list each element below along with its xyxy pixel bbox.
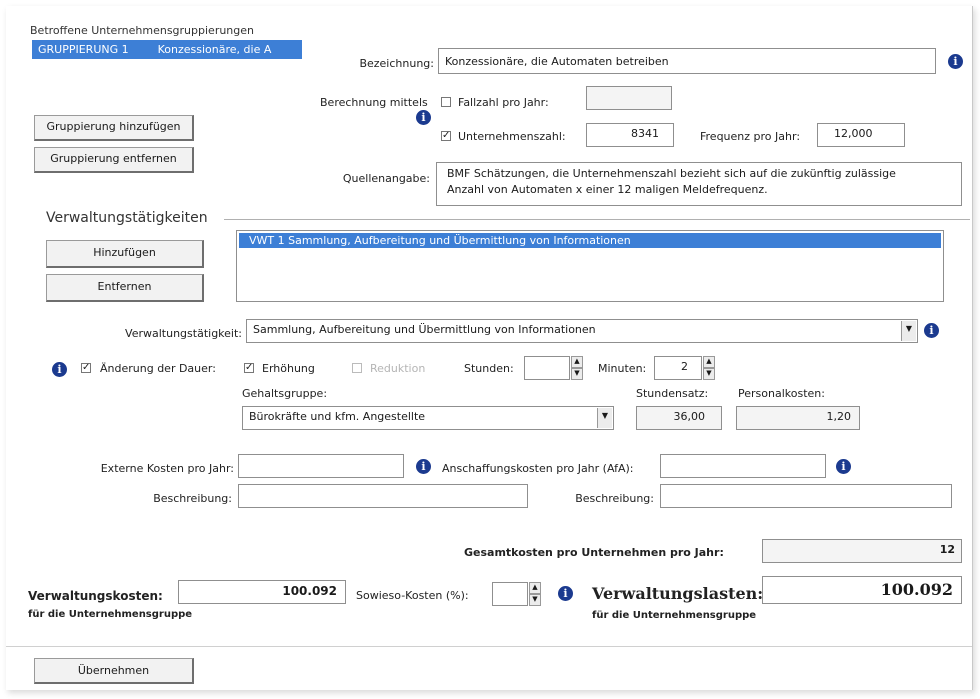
admin-cost-field: 100.092: [178, 580, 346, 604]
admin-burden-label: Verwaltungslasten:: [592, 584, 764, 603]
minutes-label: Minuten:: [598, 362, 647, 375]
acquisition-cost-info-icon[interactable]: i: [836, 459, 851, 474]
minutes-input[interactable]: 2: [654, 356, 702, 380]
description2-input[interactable]: [660, 484, 952, 508]
total-per-company-label: Gesamtkosten pro Unternehmen pro Jahr:: [464, 546, 724, 559]
activity-info-icon[interactable]: i: [924, 323, 939, 338]
admin-burden-field: 100.092: [762, 576, 962, 604]
hours-spin-down[interactable]: ▼: [571, 368, 583, 380]
grouping-list-item[interactable]: GRUPPIERUNG 1 Konzessionäre, die A: [32, 40, 302, 59]
add-activity-button[interactable]: Hinzufügen: [46, 240, 204, 268]
frequency-input[interactable]: 12,000: [817, 123, 905, 147]
activity-select[interactable]: Sammlung, Aufbereitung und Übermittlung …: [246, 319, 918, 343]
chevron-down-icon[interactable]: ▼: [597, 408, 612, 428]
minutes-spin-down[interactable]: ▼: [703, 368, 715, 380]
chevron-down-icon[interactable]: ▼: [901, 321, 916, 341]
personnel-cost-label: Personalkosten:: [738, 387, 825, 400]
designation-label: Bezeichnung:: [359, 57, 434, 70]
remove-activity-button[interactable]: Entfernen: [46, 274, 204, 302]
admin-burden-group-label: für die Unternehmensgruppe: [592, 610, 757, 621]
sowieso-spin-up[interactable]: ▲: [529, 582, 541, 594]
reduction-checkbox: [352, 363, 362, 373]
increase-label: Erhöhung: [262, 362, 315, 375]
activity-listbox[interactable]: VWT 1 Sammlung, Aufbereitung und Übermit…: [236, 230, 944, 302]
reduction-label: Reduktion: [370, 362, 426, 375]
total-per-company-field: 12: [762, 539, 962, 563]
sowieso-label: Sowieso-Kosten (%):: [356, 589, 469, 602]
case-count-input[interactable]: [586, 86, 672, 110]
source-label: Quellenangabe:: [342, 172, 430, 185]
activity-list-item[interactable]: VWT 1 Sammlung, Aufbereitung und Übermit…: [239, 233, 941, 248]
hourly-rate-label: Stundensatz:: [636, 387, 709, 400]
description2-label: Beschreibung:: [575, 492, 654, 505]
increase-checkbox[interactable]: ✓: [244, 363, 254, 373]
acquisition-cost-label: Anschaffungskosten pro Jahr (AfA):: [442, 462, 634, 475]
external-cost-label: Externe Kosten pro Jahr:: [100, 462, 234, 475]
grouping-item-code: GRUPPIERUNG 1: [38, 43, 129, 56]
admin-section-divider: [224, 219, 970, 220]
duration-info-icon[interactable]: i: [52, 362, 67, 377]
remove-grouping-button[interactable]: Gruppierung entfernen: [34, 147, 194, 173]
company-count-input[interactable]: 8341: [586, 123, 674, 147]
footer-divider: [6, 646, 972, 647]
calc-label: Berechnung mittels: [320, 96, 428, 109]
source-line-2: Anzahl von Automaten x einer 12 maligen …: [447, 183, 768, 196]
admin-cost-group-label: für die Unternehmensgruppe: [28, 609, 193, 620]
acquisition-cost-input[interactable]: [660, 454, 826, 478]
designation-info-icon[interactable]: i: [948, 54, 963, 69]
external-cost-input[interactable]: [238, 454, 404, 478]
minutes-spin-up[interactable]: ▲: [703, 356, 715, 368]
salary-group-select[interactable]: Bürokräfte und kfm. Angestellte ▼: [242, 406, 614, 430]
duration-change-label: Änderung der Dauer:: [100, 362, 216, 375]
admin-burden-value: 100.092: [880, 580, 953, 599]
grouping-listbox[interactable]: GRUPPIERUNG 1 Konzessionäre, die A: [32, 40, 302, 100]
dialog-panel: Betroffene Unternehmensgruppierungen GRU…: [6, 6, 973, 690]
admin-cost-label: Verwaltungskosten:: [28, 589, 163, 603]
designation-input[interactable]: Konzessionäre, die Automaten betreiben: [438, 48, 936, 74]
sowieso-input[interactable]: [492, 582, 528, 606]
grouping-header-label: Betroffene Unternehmensgruppierungen: [30, 24, 255, 37]
salary-group-value: Bürokräfte und kfm. Angestellte: [249, 410, 426, 423]
grouping-item-name: Konzessionäre, die A: [157, 43, 272, 56]
source-textarea[interactable]: BMF Schätzungen, die Unternehmenszahl be…: [436, 162, 962, 206]
description1-label: Beschreibung:: [153, 492, 232, 505]
activity-select-value: Sammlung, Aufbereitung und Übermittlung …: [253, 323, 596, 336]
apply-button[interactable]: Übernehmen: [34, 658, 194, 684]
hours-spin-up[interactable]: ▲: [571, 356, 583, 368]
hours-label: Stunden:: [464, 362, 514, 375]
sowieso-info-icon[interactable]: i: [558, 586, 573, 601]
external-cost-info-icon[interactable]: i: [416, 459, 431, 474]
frequency-label: Frequenz pro Jahr:: [700, 130, 801, 143]
description1-input[interactable]: [238, 484, 528, 508]
activity-label: Verwaltungstätigkeit:: [125, 327, 242, 340]
sowieso-spin-down[interactable]: ▼: [529, 594, 541, 606]
personnel-cost-field: 1,20: [736, 406, 860, 430]
duration-change-checkbox[interactable]: ✓: [81, 363, 91, 373]
admin-section-title: Verwaltungstätigkeiten: [46, 210, 208, 226]
add-grouping-button[interactable]: Gruppierung hinzufügen: [34, 115, 194, 141]
case-count-label: Fallzahl pro Jahr:: [458, 96, 549, 109]
company-count-label: Unternehmenszahl:: [458, 130, 566, 143]
hours-input[interactable]: [524, 356, 570, 380]
case-count-checkbox[interactable]: [441, 97, 451, 107]
source-line-1: BMF Schätzungen, die Unternehmenszahl be…: [447, 167, 896, 180]
hourly-rate-field: 36,00: [636, 406, 722, 430]
company-count-checkbox[interactable]: ✓: [441, 131, 451, 141]
calc-info-icon[interactable]: i: [416, 110, 431, 125]
salary-group-label: Gehaltsgruppe:: [242, 387, 328, 400]
